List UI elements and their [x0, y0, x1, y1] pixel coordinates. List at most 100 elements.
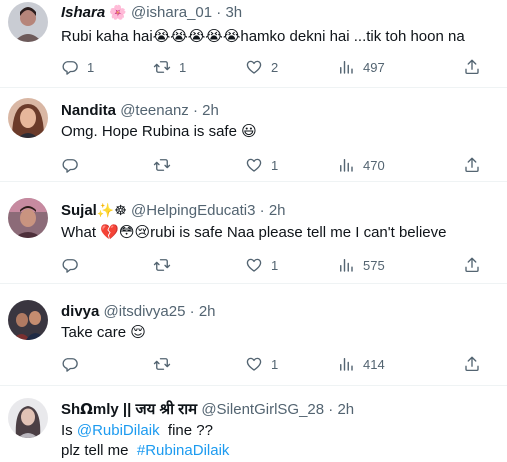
views-icon	[340, 358, 353, 371]
share-icon	[465, 157, 479, 173]
timestamp[interactable]: 2h	[269, 202, 286, 219]
reply-feed: Ishara 🌸 @ishara_01 · 3h Rubi kaha hai😭😭…	[0, 0, 507, 462]
like-button[interactable]: 1	[245, 354, 278, 374]
timestamp[interactable]: 2h	[337, 401, 354, 418]
heart-icon	[246, 60, 262, 74]
reply-icon	[62, 159, 78, 173]
views-button[interactable]: 497	[337, 57, 385, 77]
views-icon	[340, 259, 353, 272]
tweet-divya[interactable]: divya @itsdivya25 · 2h Take care 😌 1 414	[0, 284, 507, 386]
like-button[interactable]: 1	[245, 255, 278, 275]
user-handle[interactable]: @ishara_01	[131, 4, 212, 21]
timestamp[interactable]: 2h	[202, 102, 219, 119]
share-button[interactable]	[463, 255, 481, 275]
retweet-button[interactable]	[153, 354, 179, 374]
tweet-header: Sujal✨☸ @HelpingEducati3 · 2h	[61, 201, 497, 221]
like-button[interactable]: 2	[245, 57, 278, 77]
reply-icon	[62, 358, 78, 372]
user-handle[interactable]: @itsdivya25	[104, 303, 186, 320]
retweet-button[interactable]	[153, 155, 179, 175]
reply-count: 1	[87, 59, 95, 75]
reply-button[interactable]	[61, 255, 87, 275]
views-icon	[340, 159, 353, 172]
reply-icon	[62, 259, 78, 273]
retweet-icon	[153, 358, 171, 370]
like-count: 1	[271, 157, 279, 173]
retweet-button[interactable]	[153, 255, 179, 275]
display-name[interactable]: Sh𝝮mly || जय श्री राम	[61, 401, 197, 418]
action-bar: 1 1 2 497	[61, 57, 497, 77]
tweet-text-line-1: Is @RubiDilaik fine ??	[61, 421, 497, 441]
share-icon	[465, 257, 479, 273]
tweet-shamly[interactable]: Sh𝝮mly || जय श्री राम @SilentGirlSG_28 ·…	[0, 386, 507, 462]
display-name[interactable]: divya	[61, 303, 99, 320]
mention-link[interactable]: @RubiDilaik	[77, 422, 160, 439]
views-button[interactable]: 470	[337, 155, 385, 175]
retweet-count: 1	[179, 59, 187, 75]
name-emoji: 🌸	[109, 5, 127, 21]
retweet-icon	[153, 61, 171, 73]
text-prefix: plz tell me	[61, 442, 137, 459]
views-count: 497	[363, 59, 385, 75]
views-button[interactable]: 575	[337, 255, 385, 275]
display-name[interactable]: Sujal	[61, 202, 97, 219]
text-suffix: fine ??	[159, 422, 213, 439]
tweet-header: Nandita @teenanz · 2h	[61, 101, 497, 120]
share-icon	[465, 59, 479, 75]
tweet-text: Rubi kaha hai😭😭😭😭😭hamko dekni hai ...tik…	[61, 28, 465, 45]
avatar[interactable]	[8, 98, 48, 138]
action-bar: 1 414	[61, 354, 497, 374]
tweet-sujal[interactable]: Sujal✨☸ @HelpingEducati3 · 2h What 💔😳😢ru…	[0, 182, 507, 284]
tweet-ishara[interactable]: Ishara 🌸 @ishara_01 · 3h Rubi kaha hai😭😭…	[0, 0, 507, 88]
tweet-text-line-2: plz tell me #RubinaDilaik	[61, 441, 497, 461]
avatar[interactable]	[8, 300, 48, 340]
user-handle[interactable]: @HelpingEducati3	[131, 202, 255, 219]
views-count: 575	[363, 257, 385, 273]
avatar[interactable]	[8, 398, 48, 438]
views-button[interactable]: 414	[337, 354, 385, 374]
separator-dot: ·	[216, 4, 222, 21]
avatar[interactable]	[8, 198, 48, 238]
like-button[interactable]: 1	[245, 155, 278, 175]
action-bar: 1 470	[61, 155, 497, 175]
share-button[interactable]	[463, 155, 481, 175]
share-button[interactable]	[463, 354, 481, 374]
views-icon	[340, 61, 353, 74]
user-handle[interactable]: @teenanz	[120, 102, 189, 119]
retweet-button[interactable]: 1	[153, 57, 186, 77]
tweet-header: Sh𝝮mly || जय श्री राम @SilentGirlSG_28 ·…	[61, 400, 497, 419]
timestamp[interactable]: 2h	[199, 303, 216, 320]
hashtag-link[interactable]: #RubinaDilaik	[137, 442, 230, 459]
heart-icon	[246, 158, 262, 172]
share-icon	[465, 356, 479, 372]
tweet-text: Omg. Hope Rubina is safe 😃	[61, 123, 257, 140]
like-count: 1	[271, 356, 279, 372]
separator-dot: ·	[189, 303, 195, 320]
views-count: 470	[363, 157, 385, 173]
views-count: 414	[363, 356, 385, 372]
timestamp[interactable]: 3h	[225, 4, 242, 21]
display-name[interactable]: Nandita	[61, 102, 116, 119]
tweet-text: What 💔😳😢rubi is safe Naa please tell me …	[61, 224, 447, 241]
separator-dot: ·	[259, 202, 265, 219]
tweet-text: Take care 😌	[61, 324, 146, 341]
separator-dot: ·	[192, 102, 198, 119]
retweet-icon	[153, 159, 171, 171]
retweet-icon	[153, 259, 171, 271]
share-button[interactable]	[463, 57, 481, 77]
tweet-header: divya @itsdivya25 · 2h	[61, 302, 497, 321]
heart-icon	[246, 258, 262, 272]
heart-icon	[246, 357, 262, 371]
reply-icon	[62, 61, 78, 75]
display-name[interactable]: Ishara	[61, 4, 105, 21]
tweet-nandita[interactable]: Nandita @teenanz · 2h Omg. Hope Rubina i…	[0, 88, 507, 182]
avatar[interactable]	[8, 2, 48, 42]
separator-dot: ·	[328, 401, 334, 418]
user-handle[interactable]: @SilentGirlSG_28	[201, 401, 324, 418]
reply-button[interactable]	[61, 155, 87, 175]
like-count: 2	[271, 59, 279, 75]
reply-button[interactable]	[61, 354, 87, 374]
reply-button[interactable]: 1	[61, 57, 94, 77]
tweet-header: Ishara 🌸 @ishara_01 · 3h	[61, 3, 497, 23]
name-emoji: ✨☸	[96, 203, 127, 219]
